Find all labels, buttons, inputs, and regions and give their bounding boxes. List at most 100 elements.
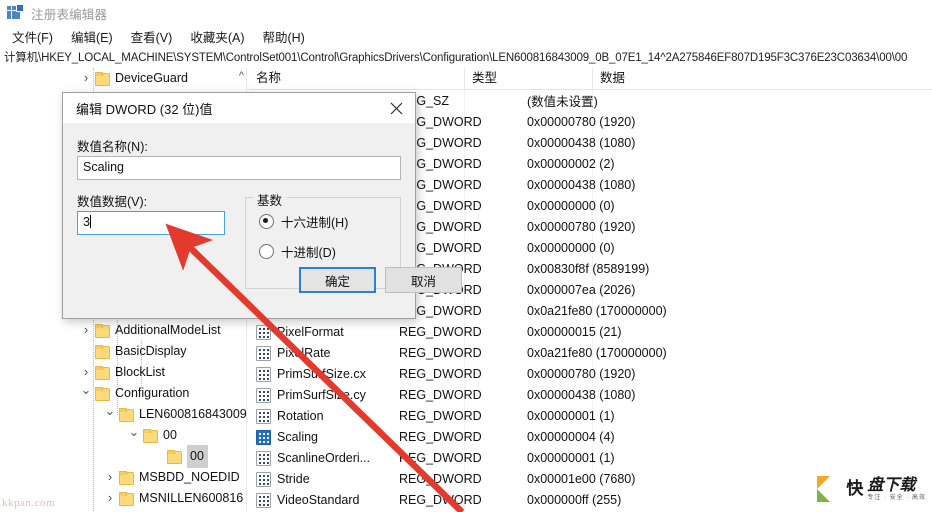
table-row[interactable]: Scaling REG_DWORD 0x00000004 (4) bbox=[249, 426, 932, 447]
menu-file[interactable]: 文件(F) bbox=[3, 27, 62, 49]
cell-value-type: REG_DWORD bbox=[399, 177, 482, 192]
cell-value-name: PixelRate bbox=[277, 345, 331, 360]
cell-value-data: 0x0a21fe80 (170000000) bbox=[527, 345, 667, 360]
cell-value-data: 0x00000001 (1) bbox=[527, 408, 615, 423]
watermark-mark-text: 快 bbox=[846, 479, 864, 498]
cell-value-name: ScanlineOrderi... bbox=[277, 450, 371, 465]
edit-dword-dialog: 编辑 DWORD (32 位)值 数值名称(N): Scaling 数值数据(V… bbox=[62, 92, 462, 319]
base-group-label: 基数 bbox=[253, 190, 287, 209]
column-header-data[interactable]: 数据 bbox=[593, 68, 932, 89]
cell-value-type: REG_DWORD bbox=[399, 366, 482, 381]
dialog-body: 数值名称(N): Scaling 数值数据(V): 3 基数 十六进制(H) 十… bbox=[63, 123, 462, 318]
watermark-sub-text: 专注 · 安全 · 高效 bbox=[867, 494, 926, 501]
cell-value-data: 0x00000780 (1920) bbox=[527, 366, 636, 381]
chevron-right-icon[interactable] bbox=[102, 508, 118, 512]
table-row[interactable]: ScanlineOrderi... REG_DWORD 0x00000001 (1) bbox=[249, 447, 932, 468]
radio-hexadecimal[interactable]: 十六进制(H) bbox=[259, 212, 348, 231]
dword-value-icon bbox=[255, 471, 271, 487]
chevron-down-icon[interactable] bbox=[126, 424, 142, 447]
cell-value-type: REG_DWORD bbox=[399, 408, 482, 423]
ok-button[interactable]: 确定 bbox=[299, 267, 376, 293]
cell-value-name: VideoStandard bbox=[277, 492, 360, 507]
menu-help[interactable]: 帮助(H) bbox=[253, 27, 313, 49]
folder-icon bbox=[94, 72, 110, 86]
tree-item-configuration[interactable]: Configuration bbox=[78, 383, 189, 404]
cancel-button[interactable]: 取消 bbox=[385, 267, 462, 293]
menu-favorites[interactable]: 收藏夹(A) bbox=[181, 27, 253, 49]
cell-value-type: REG_DWORD bbox=[399, 324, 482, 339]
dialog-title-bar: 编辑 DWORD (32 位)值 bbox=[63, 93, 415, 123]
chevron-right-icon[interactable] bbox=[78, 361, 94, 384]
cell-value-data: 0x00000780 (1920) bbox=[527, 219, 636, 234]
cell-value-data: 0x00000780 (1920) bbox=[527, 114, 636, 129]
close-icon[interactable] bbox=[377, 93, 415, 123]
cell-value-data: 0x00000438 (1080) bbox=[527, 387, 636, 402]
window-title: 注册表编辑器 bbox=[31, 7, 108, 22]
tree-scroll-up-icon[interactable]: ^ bbox=[239, 70, 244, 82]
tree-item-deviceguard[interactable]: DeviceGuard bbox=[78, 68, 188, 89]
cell-value-type: REG_DWORD bbox=[399, 450, 482, 465]
tree-item-00-selected[interactable]: 00 bbox=[150, 445, 208, 468]
watermark-main-text: 盘下载 bbox=[867, 476, 916, 494]
tree-item-label: Configuration bbox=[115, 386, 190, 400]
cell-value-name: PrimSurfSize.cx bbox=[277, 366, 366, 381]
tree-item-label: BlockList bbox=[115, 365, 166, 379]
chevron-right-icon[interactable] bbox=[78, 319, 94, 342]
cell-value-data: 0x00830f8f (8589199) bbox=[527, 261, 650, 276]
radio-decimal[interactable]: 十进制(D) bbox=[259, 242, 336, 261]
folder-icon bbox=[94, 345, 110, 359]
cell-value-type: REG_DWORD bbox=[399, 429, 482, 444]
table-row[interactable]: PixelRate REG_DWORD 0x0a21fe80 (170000000) bbox=[249, 342, 932, 363]
chevron-down-icon[interactable] bbox=[78, 382, 94, 405]
value-data-input[interactable]: 3 bbox=[77, 211, 225, 235]
cell-value-data: 0x000007ea (2026) bbox=[527, 282, 636, 297]
tree-item-blocklist[interactable]: BlockList bbox=[78, 362, 165, 383]
folder-icon bbox=[118, 471, 134, 485]
address-path: 计算机\HKEY_LOCAL_MACHINE\SYSTEM\ControlSet… bbox=[4, 52, 908, 64]
tree-item-label: DeviceGuard bbox=[115, 71, 188, 85]
list-column-headers: 名称 类型 数据 bbox=[249, 68, 932, 90]
tree-item-additionalmodelist[interactable]: AdditionalModeList bbox=[78, 320, 221, 341]
tree-item-label: BasicDisplay bbox=[115, 344, 187, 358]
dword-value-icon bbox=[255, 450, 271, 466]
chevron-right-icon[interactable] bbox=[102, 487, 118, 510]
tree-item-msbdd-noedid[interactable]: MSBDD_NOEDID bbox=[102, 467, 240, 488]
radio-on-icon bbox=[259, 214, 274, 229]
tree-item-00-parent[interactable]: 00 bbox=[126, 425, 177, 446]
dword-value-icon bbox=[255, 387, 271, 403]
cell-value-type: REG_DWORD bbox=[399, 303, 482, 318]
cell-value-name: Rotation bbox=[277, 408, 324, 423]
address-bar[interactable]: 计算机\HKEY_LOCAL_MACHINE\SYSTEM\ControlSet… bbox=[0, 50, 932, 69]
cell-value-name: Stride bbox=[277, 471, 310, 486]
menu-view[interactable]: 查看(V) bbox=[122, 27, 182, 49]
tree-item-basicdisplay[interactable]: BasicDisplay bbox=[78, 341, 187, 362]
table-row[interactable]: Rotation REG_DWORD 0x00000001 (1) bbox=[249, 405, 932, 426]
chevron-right-icon[interactable] bbox=[102, 466, 118, 489]
text-caret bbox=[89, 215, 91, 228]
cell-value-type: REG_DWORD bbox=[399, 240, 482, 255]
cell-value-type: REG_DWORD bbox=[399, 387, 482, 402]
dword-value-icon bbox=[255, 492, 271, 508]
value-name-input[interactable]: Scaling bbox=[77, 156, 401, 180]
radio-label: 十进制(D) bbox=[281, 246, 336, 260]
chevron-right-icon[interactable] bbox=[78, 68, 94, 90]
registry-editor-icon bbox=[7, 4, 24, 21]
tree-item-label: 00 bbox=[187, 445, 208, 468]
title-bar: 注册表编辑器 bbox=[0, 0, 932, 26]
tree-item-len600816843009[interactable]: LEN600816843009 bbox=[102, 404, 247, 425]
column-header-name[interactable]: 名称 bbox=[249, 68, 465, 89]
cell-value-data: 0x00000438 (1080) bbox=[527, 135, 636, 150]
chevron-down-icon[interactable] bbox=[102, 403, 118, 426]
table-row[interactable]: PixelFormat REG_DWORD 0x00000015 (21) bbox=[249, 321, 932, 342]
tree-item-msnillen600816[interactable]: MSNILLEN600816 bbox=[102, 488, 243, 509]
table-row[interactable]: PrimSurfSize.cx REG_DWORD 0x00000780 (1920… bbox=[249, 363, 932, 384]
column-header-type[interactable]: 类型 bbox=[465, 68, 593, 89]
menu-edit[interactable]: 编辑(E) bbox=[62, 27, 122, 49]
watermark-bottom-right: 快 盘下载 专注 · 安全 · 高效 bbox=[817, 474, 926, 504]
cell-value-data: 0x00000004 (4) bbox=[527, 429, 615, 444]
cell-value-data: 0x00000002 (2) bbox=[527, 156, 615, 171]
cell-value-type: REG_DWORD bbox=[399, 135, 482, 150]
table-row[interactable]: PrimSurfSize.cy REG_DWORD 0x00000438 (1080… bbox=[249, 384, 932, 405]
value-data-text: 3 bbox=[83, 215, 90, 229]
folder-icon bbox=[118, 408, 134, 422]
